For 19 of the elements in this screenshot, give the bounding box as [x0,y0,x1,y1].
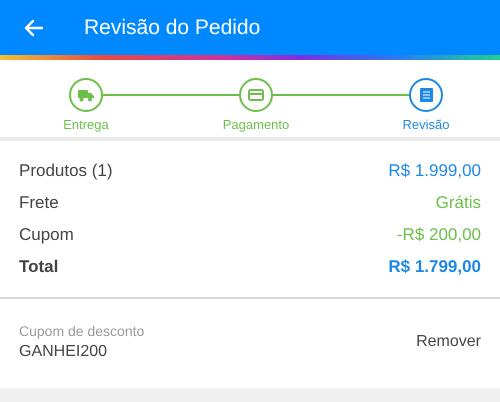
step-label: Entrega [63,117,109,132]
credit-card-icon [248,89,264,101]
truck-icon [78,88,94,102]
summary-label: Produtos (1) [19,161,113,181]
summary-value: -R$ 200,00 [396,225,481,245]
remove-link[interactable]: Remover [416,333,481,351]
step-label: Revisão [402,117,450,132]
summary-value: R$ 1.999,00 [388,161,481,181]
page-title: Revisão do Pedido [84,16,260,40]
summary-value: Grátis [436,193,481,213]
summary-value: R$ 1.799,00 [388,257,481,277]
summary-label: Frete [19,193,59,213]
step-label: Pagamento [222,117,290,132]
summary-label: Cupom [19,225,74,245]
back-arrow-icon[interactable] [23,18,43,36]
summary-label: Total [19,257,58,277]
document-icon [420,88,432,102]
coupon-label: Cupom de desconto [19,323,144,339]
coupon-code: GANHEI200 [19,343,108,361]
